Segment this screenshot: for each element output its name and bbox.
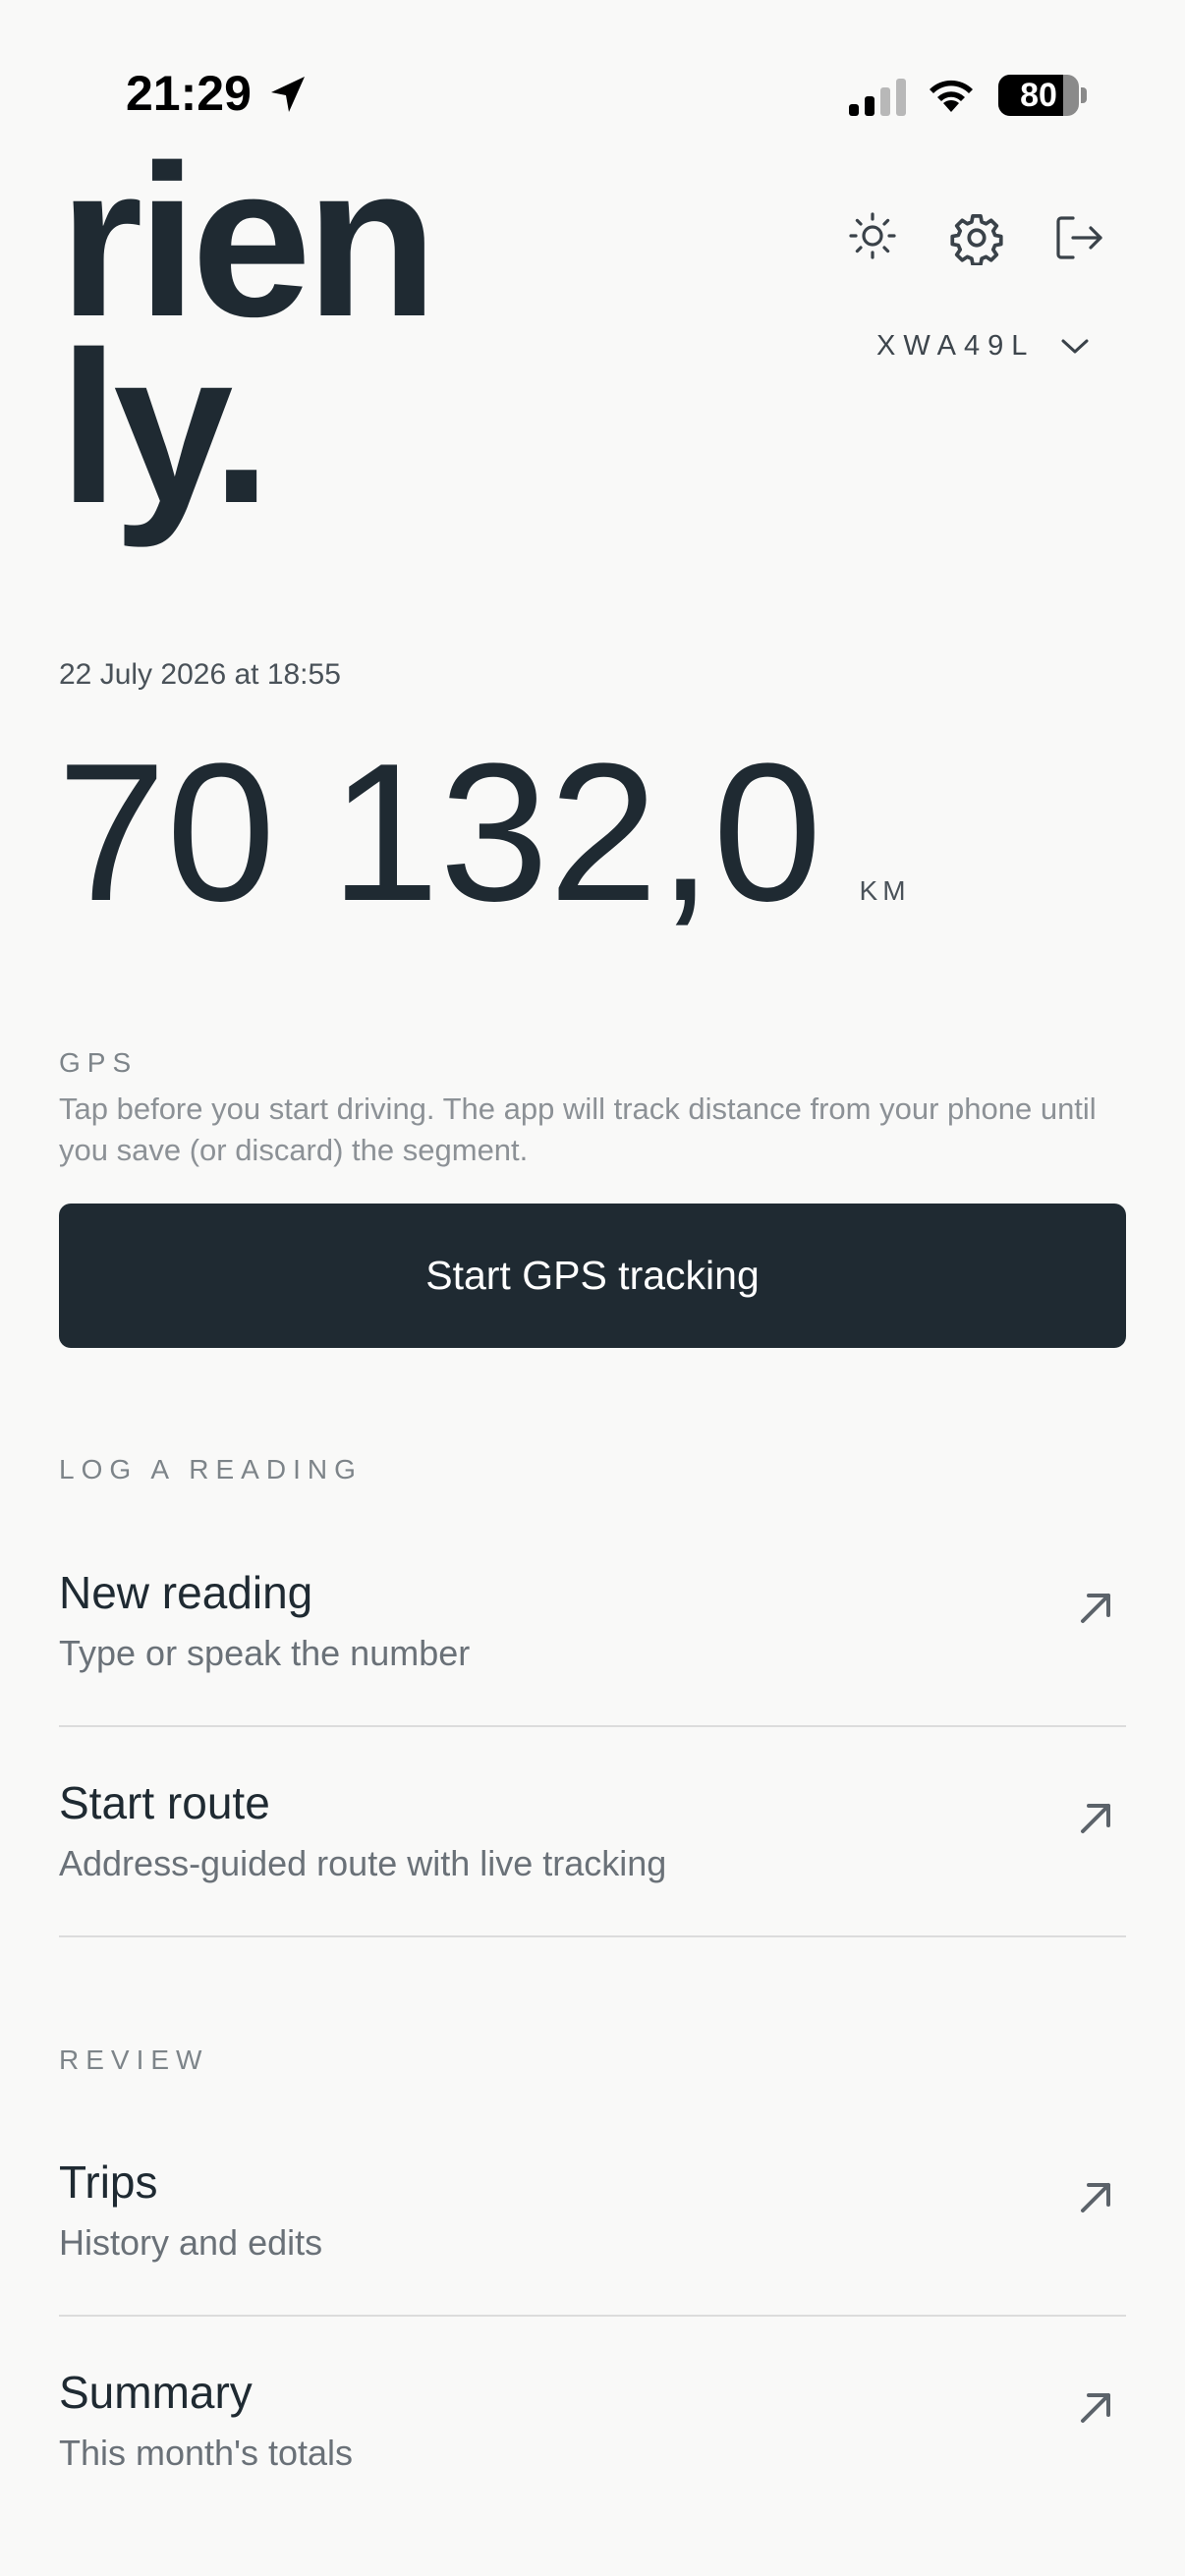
- last-reading-timestamp: 22 July 2026 at 18:55: [59, 658, 341, 691]
- home-screen: 21:29 80 rien ly. XWA49L 22 July 2026 at…: [0, 0, 1185, 2576]
- battery-tip: [1081, 87, 1087, 103]
- trips-row[interactable]: Trips History and edits: [59, 2106, 1126, 2317]
- row-title: Summary: [59, 2367, 253, 2418]
- start-gps-tracking-button[interactable]: Start GPS tracking: [59, 1204, 1126, 1348]
- gear-icon[interactable]: [949, 210, 1004, 265]
- arrow-up-right-icon: [1081, 2393, 1110, 2423]
- chevron-down-icon: [1061, 339, 1089, 353]
- row-subtitle: This month's totals: [59, 2433, 353, 2473]
- odometer-value: 70 132,0: [57, 723, 822, 942]
- odometer-unit: KM: [859, 875, 911, 906]
- arrow-up-right-icon: [1081, 1804, 1110, 1833]
- battery-percent: 80: [1020, 76, 1057, 114]
- summary-row[interactable]: Summary This month's totals: [59, 2317, 1126, 2527]
- odometer-display: 70 132,0 KM: [57, 735, 911, 931]
- logo-line-2: ly.: [59, 307, 271, 548]
- gps-description: Tap before you start driving. The app wi…: [59, 1092, 1097, 1167]
- gps-section-label: GPS: [59, 1047, 139, 1078]
- location-arrow-icon: [271, 77, 305, 112]
- row-title: Start route: [59, 1777, 270, 1828]
- row-title: New reading: [59, 1567, 313, 1618]
- sun-icon[interactable]: [845, 208, 900, 263]
- cellular-signal-icon: [849, 79, 906, 116]
- status-time: 21:29: [126, 66, 252, 121]
- log-section-label: LOG A READING: [59, 1454, 363, 1484]
- battery-icon: 80: [998, 75, 1079, 116]
- row-title: Trips: [59, 2156, 158, 2208]
- logout-icon[interactable]: [1051, 210, 1106, 265]
- arrow-up-right-icon: [1081, 1594, 1110, 1623]
- row-subtitle: Type or speak the number: [59, 1633, 471, 1673]
- arrow-up-right-icon: [1081, 2183, 1110, 2212]
- new-reading-row[interactable]: New reading Type or speak the number: [59, 1517, 1126, 1727]
- start-route-row[interactable]: Start route Address-guided route with li…: [59, 1727, 1126, 1937]
- brand-logo: rien ly.: [59, 133, 437, 548]
- wifi-icon: [930, 80, 973, 112]
- vehicle-selector[interactable]: XWA49L: [876, 330, 1090, 363]
- review-section-label: REVIEW: [59, 2044, 209, 2075]
- row-subtitle: History and edits: [59, 2222, 323, 2263]
- row-subtitle: Address-guided route with live tracking: [59, 1843, 667, 1883]
- vehicle-plate: XWA49L: [876, 330, 1036, 362]
